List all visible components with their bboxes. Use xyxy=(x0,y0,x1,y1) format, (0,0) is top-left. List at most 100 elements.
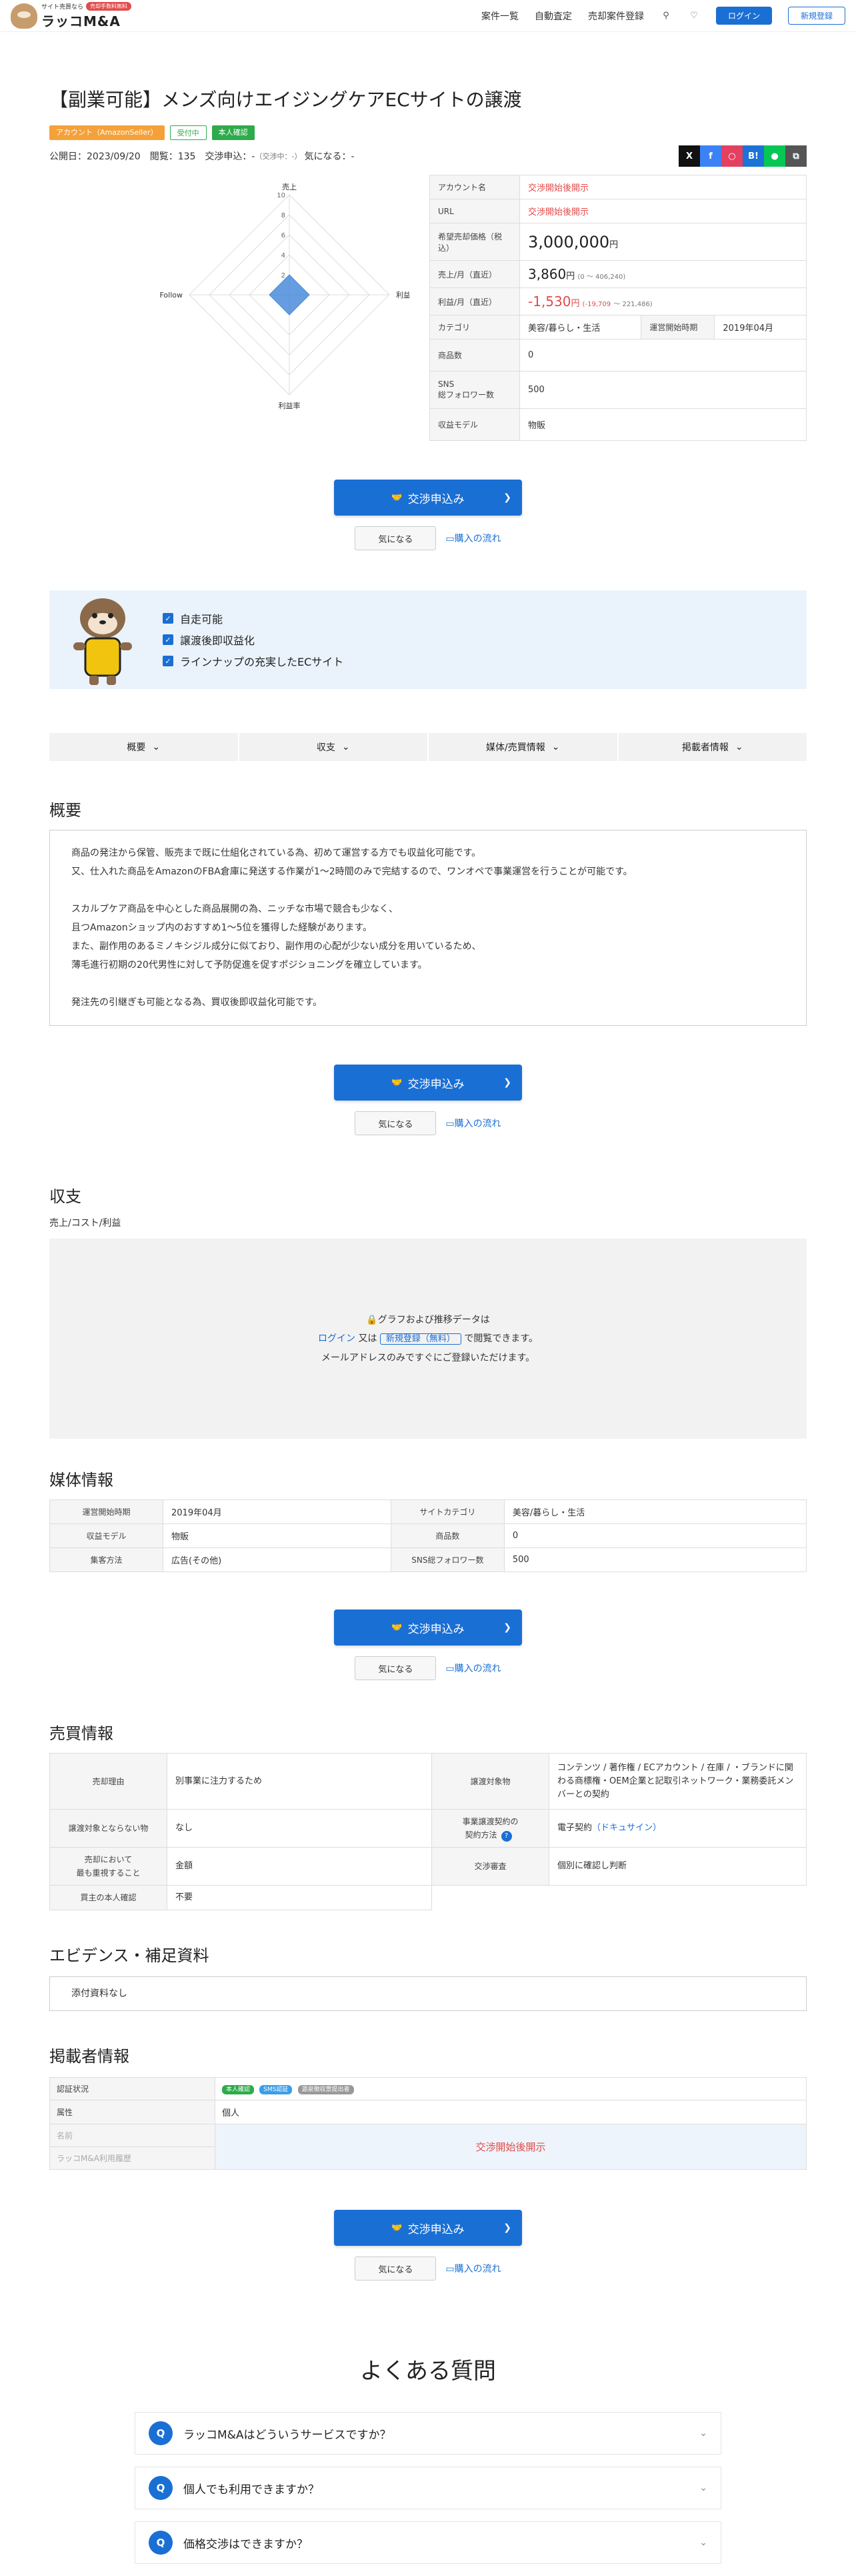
income-locked-panel: 🔒グラフおよび推移データは ログイン 又は 新規登録（無料） で閲覧できます。 … xyxy=(49,1239,807,1439)
logo[interactable]: サイト売買なら 売却手数料無料 ラッコM&A xyxy=(11,1,132,30)
sale-table: 売却理由 別事業に注力するため 譲渡対象物 コンテンツ / 著作権 / ECアカ… xyxy=(49,1753,807,1910)
apply-button[interactable]: 🤝 交渉申込み ❯ xyxy=(334,2210,522,2246)
radar-data-polygon xyxy=(269,274,310,315)
apply-button[interactable]: 🤝 交渉申込み ❯ xyxy=(334,1609,522,1646)
evidence-heading: エビデンス・補足資料 xyxy=(49,1946,209,1965)
favorite-button[interactable]: 気になる xyxy=(355,1111,437,1135)
tag-verified: 本人確認 xyxy=(211,125,255,140)
purchase-flow-link[interactable]: ▭購入の流れ xyxy=(445,2262,501,2275)
highlight-item: ✓ 自走可能 xyxy=(163,610,343,626)
page-title: 【副業可能】メンズ向けエイジングケアECサイトの譲渡 xyxy=(49,89,522,111)
spec-table: アカウント名 交渉開始後開示 URL 交渉開始後開示 希望売却価格（税込） 3,… xyxy=(429,175,807,441)
chevron-down-icon: ⌄ xyxy=(152,742,161,752)
favorite-button[interactable]: 気になる xyxy=(355,2257,437,2281)
instagram-share-icon[interactable]: ○ xyxy=(721,145,743,167)
poster-heading: 掲載者情報 xyxy=(49,2047,129,2066)
tag-account: アカウント（AmazonSeller） xyxy=(49,125,165,140)
nav-sell-register[interactable]: 売却案件登録 xyxy=(588,9,644,23)
line-share-icon[interactable]: ● xyxy=(764,145,785,167)
spec-start-label: 運営開始時期 xyxy=(641,315,715,340)
spec-sns-label: SNS 総フォロワー数 xyxy=(429,371,520,409)
spec-category-label: カテゴリ xyxy=(429,315,520,340)
media-heading: 媒体情報 xyxy=(49,1471,113,1489)
highlight-list: ✓ 自走可能 ✓ 譲渡後即収益化 ✓ ラインナップの充実したECサイト xyxy=(163,605,343,674)
heart-icon[interactable]: ♡ xyxy=(688,10,700,22)
tab-income[interactable]: 収支 ⌄ xyxy=(239,733,427,761)
badge-tax: 源泉徴収票提出者 xyxy=(297,2085,354,2094)
spec-price-value: 3,000,000 xyxy=(528,232,610,251)
handshake-icon: 🤝 xyxy=(391,2222,403,2233)
main-content: 【副業可能】メンズ向けエイジングケアECサイトの譲渡 アカウント（AmazonS… xyxy=(49,85,807,2564)
faq-item[interactable]: Q 価格交渉はできますか？ ⌄ xyxy=(135,2521,721,2564)
purchase-flow-link[interactable]: ▭購入の流れ xyxy=(445,532,501,545)
overview-heading: 概要 xyxy=(49,801,81,820)
chevron-right-icon: ❯ xyxy=(503,1622,511,1633)
expand-icon: ⌄ xyxy=(699,2483,707,2493)
register-button[interactable]: 新規登録 xyxy=(787,7,845,25)
faq-item[interactable]: Q 個人でも利用できますか？ ⌄ xyxy=(135,2467,721,2509)
purchase-flow-link[interactable]: ▭購入の流れ xyxy=(445,1662,501,1675)
docusign-link[interactable]: （ドキュサイン） xyxy=(592,1823,661,1833)
tab-poster[interactable]: 掲載者情報 ⌄ xyxy=(618,733,807,761)
radar-scale-label: 6 xyxy=(281,232,285,239)
hatena-share-icon[interactable]: B! xyxy=(743,145,764,167)
search-icon[interactable]: ⚲ xyxy=(660,10,672,22)
radar-axis-label: 利益率 xyxy=(279,401,301,410)
login-button[interactable]: ログイン xyxy=(715,7,772,25)
apply-button[interactable]: 🤝 交渉申込み ❯ xyxy=(334,480,522,516)
check-icon: ✓ xyxy=(163,613,173,624)
badge-verified: 本人確認 xyxy=(222,2085,255,2094)
chevron-right-icon: ❯ xyxy=(503,1077,511,1088)
spec-products-label: 商品数 xyxy=(429,339,520,372)
table-row: 収益モデル 物販 商品数 0 xyxy=(49,1523,807,1548)
cta-block-2: 🤝 交渉申込み ❯ 気になる ▭購入の流れ xyxy=(49,1065,807,1135)
income-register-button[interactable]: 新規登録（無料） xyxy=(379,1333,461,1345)
handshake-icon: 🤝 xyxy=(391,492,403,503)
income-heading: 収支 xyxy=(49,1187,81,1206)
spec-account-value: 交渉開始後開示 xyxy=(519,175,807,199)
tab-media-sale[interactable]: 媒体/売買情報 ⌄ xyxy=(429,733,617,761)
spec-products-value: 0 xyxy=(519,339,807,372)
cta-block-1: 🤝 交渉申込み ❯ 気になる ▭購入の流れ xyxy=(49,480,807,550)
handshake-icon: 🤝 xyxy=(391,1077,403,1088)
expand-icon: ⌄ xyxy=(699,2428,707,2439)
faq-q-icon: Q xyxy=(149,2531,173,2555)
income-login-link[interactable]: ログイン xyxy=(318,1333,355,1344)
apply-button[interactable]: 🤝 交渉申込み ❯ xyxy=(334,1065,522,1101)
faq-item[interactable]: Q ラッコM&Aはどういうサービスですか？ ⌄ xyxy=(135,2412,721,2455)
facebook-share-icon[interactable]: f xyxy=(700,145,721,167)
table-row: 集客方法 広告(その他) SNS総フォロワー数 500 xyxy=(49,1547,807,1572)
spec-price-label: 希望売却価格（税込） xyxy=(429,223,520,261)
expand-icon: ⌄ xyxy=(699,2537,707,2548)
spec-profit-range-low: (-19,709 xyxy=(582,301,611,308)
cta-block-4: 🤝 交渉申込み ❯ 気になる ▭購入の流れ xyxy=(49,2210,807,2281)
evidence-box: 添付資料なし xyxy=(49,1976,807,2011)
radar-chart: 2 4 6 8 10 売上 利益 利益率 Follow xyxy=(49,175,411,428)
spec-category-value: 美容/暮らし・生活 xyxy=(519,315,642,340)
cta-block-3: 🤝 交渉申込み ❯ 気になる ▭購入の流れ xyxy=(49,1609,807,1680)
radar-scale-label: 2 xyxy=(281,272,285,279)
help-icon[interactable]: ? xyxy=(501,1831,512,1842)
highlight-item: ✓ ラインナップの充実したECサイト xyxy=(163,653,343,669)
favorite-button[interactable]: 気になる xyxy=(355,1656,437,1680)
check-icon: ✓ xyxy=(163,634,173,645)
income-subhead: 売上/コスト/利益 xyxy=(49,1218,121,1229)
spec-account-label: アカウント名 xyxy=(429,175,520,199)
nav-auto-appraisal[interactable]: 自動査定 xyxy=(535,9,572,23)
chevron-down-icon: ⌄ xyxy=(341,742,350,752)
favorite-button[interactable]: 気になる xyxy=(355,526,437,550)
nav-listings[interactable]: 案件一覧 xyxy=(481,9,519,23)
yen-unit: 円 xyxy=(609,239,619,250)
spec-url-label: URL xyxy=(429,199,520,223)
copy-link-icon[interactable]: ⧉ xyxy=(785,145,807,167)
purchase-flow-link[interactable]: ▭購入の流れ xyxy=(445,1117,501,1130)
spec-sns-value: 500 xyxy=(519,371,807,409)
meta-main: 公開日：2023/09/20 閲覧：135 交渉申込：- xyxy=(49,151,255,162)
radar-axis-label: 利益 xyxy=(396,290,409,299)
faq-heading: よくある質問 xyxy=(360,2358,496,2385)
x-share-icon[interactable]: X xyxy=(679,145,700,167)
spec-sales-range: (0 〜 406,240) xyxy=(577,273,626,281)
tab-overview[interactable]: 概要 ⌄ xyxy=(49,733,238,761)
spec-sales-value: 3,860 xyxy=(528,266,567,282)
spec-profit-label: 利益/月（直近） xyxy=(429,287,520,315)
